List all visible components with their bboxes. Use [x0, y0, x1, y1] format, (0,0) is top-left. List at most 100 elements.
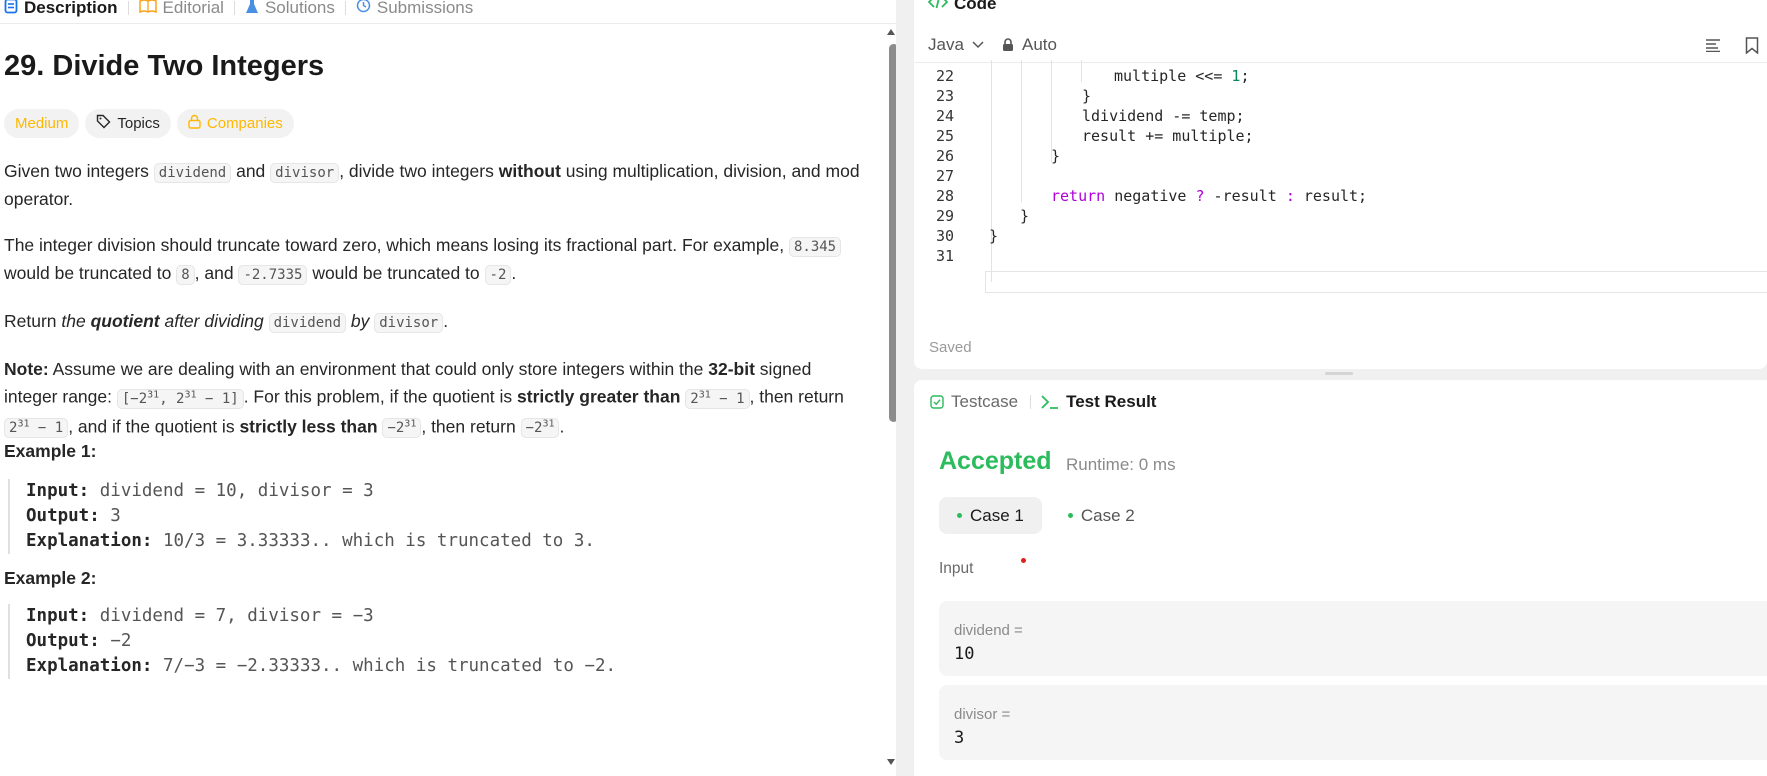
line-number: 25	[935, 127, 954, 145]
result-tab-bar: Testcase Test Result	[930, 392, 1156, 412]
line-number: 28	[935, 187, 954, 205]
note-paragraph: Note: Assume we are dealing with an envi…	[4, 359, 844, 439]
case-label: Case 2	[1080, 505, 1135, 525]
scroll-up-icon[interactable]	[886, 28, 896, 36]
history-icon	[356, 0, 371, 18]
tab-description-label: Description	[24, 0, 118, 17]
problem-title[interactable]: 29. Divide Two Integers	[4, 50, 324, 83]
case-1-tab[interactable]: Case 1	[939, 497, 1042, 534]
topics-label: Topics	[117, 115, 160, 132]
code-header-label: Code	[954, 0, 997, 13]
code-line: multiple <<= 1;	[1114, 67, 1250, 85]
language-select[interactable]: Java	[928, 35, 984, 55]
indent-guide	[1021, 60, 1022, 202]
inline-code: −231	[382, 418, 422, 439]
case-label: Case 1	[970, 505, 1024, 525]
inline-code: 231 − 1	[685, 388, 750, 409]
auto-label: Auto	[1022, 35, 1057, 54]
tab-editorial-label: Editorial	[162, 0, 224, 17]
input-value: 3	[954, 728, 965, 748]
input-value: 10	[954, 644, 975, 664]
line-number: 23	[935, 87, 954, 105]
lock-icon	[1003, 38, 1013, 51]
inline-code: 8.345	[788, 237, 842, 257]
inline-code: −231	[520, 418, 560, 439]
flask-icon	[245, 0, 259, 19]
input-label: Input	[939, 560, 974, 577]
example-block: Input: dividend = 7, divisor = −3 Output…	[8, 604, 846, 679]
description-panel: Description Editorial Solutions Submissi…	[0, 0, 896, 776]
input-divisor[interactable]: divisor = 3	[939, 685, 1767, 760]
tab-testcase-label: Testcase	[951, 392, 1019, 411]
pass-dot-icon	[957, 513, 962, 518]
terminal-icon	[1041, 395, 1059, 409]
tag-chips: Medium Topics Companies	[4, 109, 294, 138]
inline-code: -2.7335	[238, 265, 308, 285]
code-editor-panel: Code Java Auto 22 multiple <<= 1; 23 } 2…	[914, 0, 1767, 375]
auto-mode[interactable]: Auto	[1002, 35, 1057, 55]
line-number: 30	[935, 227, 954, 245]
inline-code: dividend	[268, 313, 346, 333]
bookmark-icon[interactable]	[1745, 36, 1759, 54]
code-line: }	[1082, 87, 1092, 105]
example-heading: Example 2:	[4, 568, 97, 588]
document-icon	[4, 0, 18, 19]
pass-dot-icon	[1067, 513, 1073, 518]
book-icon	[138, 0, 157, 18]
inline-code: 231 − 1	[4, 418, 69, 439]
inline-code: [−231, 231 − 1]	[116, 388, 244, 409]
result-status: Accepted	[939, 447, 1052, 475]
chevron-down-icon	[972, 41, 984, 49]
runtime-text: Runtime: 0 ms	[1066, 455, 1176, 474]
line-number: 24	[935, 107, 954, 125]
inline-code: dividend	[153, 163, 232, 183]
tab-divider	[0, 23, 896, 24]
code-line: }	[1051, 147, 1061, 165]
tab-test-result[interactable]: Test Result	[1031, 392, 1156, 412]
tab-submissions[interactable]: Submissions	[346, 0, 483, 18]
code-line: result += multiple;	[1082, 127, 1254, 145]
case-2-tab[interactable]: Case 2	[1050, 497, 1153, 534]
tab-editorial[interactable]: Editorial	[129, 0, 234, 18]
code-icon	[927, 0, 949, 14]
companies-button[interactable]: Companies	[176, 109, 294, 138]
checkbox-icon	[930, 395, 944, 409]
description-paragraph: Return the quotient after dividing divid…	[4, 311, 449, 333]
scrollbar-thumb[interactable]	[889, 44, 896, 422]
code-line: return negative ? -result : result;	[1051, 187, 1368, 205]
input-dividend[interactable]: dividend = 10	[939, 601, 1767, 676]
inline-code: divisor	[270, 163, 340, 183]
left-tab-bar: Description Editorial Solutions Submissi…	[0, 0, 483, 22]
tab-solutions-label: Solutions	[264, 0, 335, 17]
scroll-down-icon[interactable]	[886, 758, 896, 766]
difficulty-label: Medium	[15, 115, 69, 132]
tab-description[interactable]: Description	[0, 0, 128, 19]
line-number: 22	[935, 67, 954, 85]
lock-icon	[188, 114, 201, 133]
inline-code: 8	[176, 265, 195, 285]
indent-guide	[991, 60, 992, 282]
saved-status: Saved	[929, 339, 972, 356]
line-number: 26	[935, 147, 954, 165]
line-number: 31	[935, 247, 954, 265]
topics-button[interactable]: Topics	[85, 109, 171, 138]
input-key: dividend =	[954, 622, 1023, 639]
difficulty-badge: Medium	[4, 109, 80, 138]
example-heading: Example 1:	[4, 441, 97, 461]
inline-code: divisor	[374, 313, 444, 333]
format-icon[interactable]	[1705, 38, 1721, 52]
current-line-highlight	[985, 271, 1767, 293]
problem-description: Given two integers dividend and divisor,…	[4, 158, 864, 461]
description-paragraph: Given two integers dividend and divisor,…	[4, 161, 860, 209]
case-tabs: Case 1 Case 2	[939, 497, 1153, 534]
line-number: 29	[935, 207, 954, 225]
resize-handle[interactable]	[1325, 372, 1353, 375]
language-label: Java	[928, 35, 964, 54]
tab-testcase[interactable]: Testcase	[930, 392, 1030, 412]
tag-icon	[96, 114, 111, 133]
tab-solutions[interactable]: Solutions	[235, 0, 345, 19]
code-line: }	[1020, 207, 1030, 225]
input-key: divisor =	[954, 706, 1011, 723]
pane-divider[interactable]	[896, 0, 914, 776]
code-line: }	[989, 227, 999, 245]
